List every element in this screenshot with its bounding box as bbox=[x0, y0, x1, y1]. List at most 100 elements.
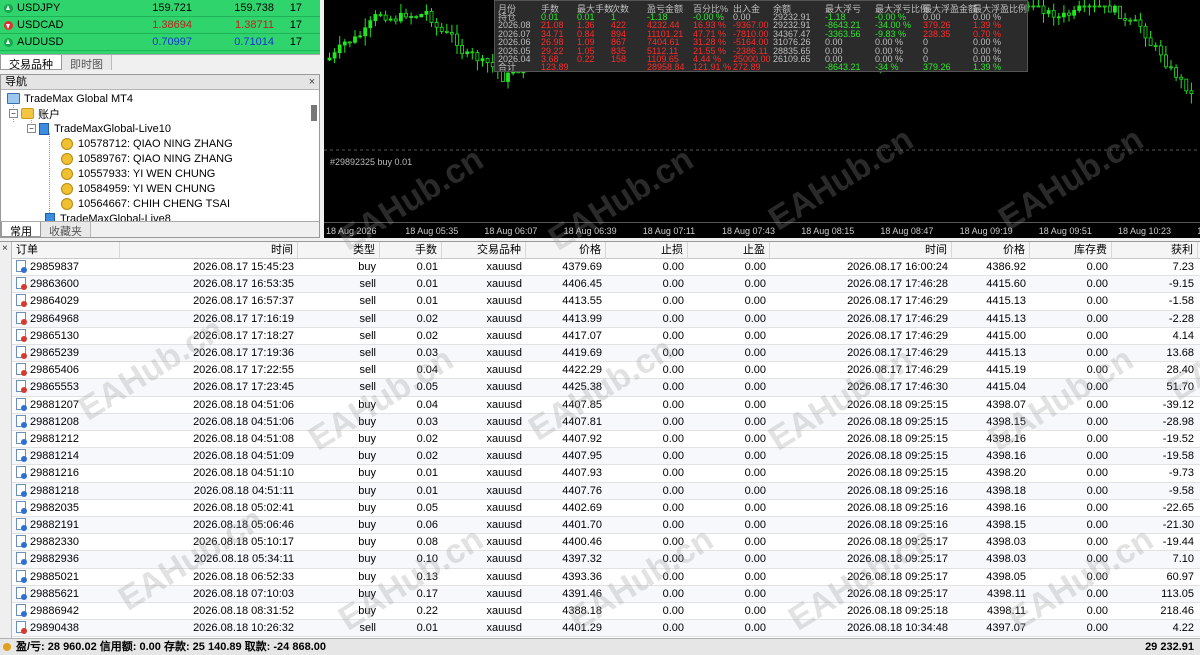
table-row[interactable]: 29865406 2026.08.17 17:22:55 sell 0.04 xauus… bbox=[12, 362, 1200, 380]
column-header[interactable]: 价格 bbox=[952, 242, 1030, 259]
market-row[interactable]: USDCAD 1.38694 1.38711 17 bbox=[0, 17, 320, 34]
column-header[interactable]: 获利 bbox=[1112, 242, 1198, 259]
collapse-icon[interactable]: − bbox=[27, 124, 36, 133]
table-cell: 2026.08.17 16:57:37 bbox=[120, 293, 298, 310]
column-header[interactable]: 手数 bbox=[380, 242, 442, 259]
close-icon[interactable]: × bbox=[305, 75, 319, 89]
table-cell: 2026.08.18 04:51:11 bbox=[120, 483, 298, 500]
cell-text: 4398.20 bbox=[986, 467, 1026, 480]
tree-account[interactable]: 10564667: CHIH CHENG TSAI bbox=[61, 196, 230, 211]
table-cell: 4407.85 bbox=[526, 397, 606, 414]
tree-account[interactable]: 10584959: YI WEN CHUNG bbox=[61, 181, 215, 196]
x-tick-label: 18 Aug 07:43 bbox=[722, 226, 776, 236]
tree-account[interactable]: 10557933: YI WEN CHUNG bbox=[61, 166, 215, 181]
column-header[interactable]: 类型 bbox=[298, 242, 380, 259]
table-cell: 0.05 bbox=[380, 379, 442, 396]
table-cell: 0.01 bbox=[380, 620, 442, 637]
table-row[interactable]: 29865130 2026.08.17 17:18:27 sell 0.02 xauus… bbox=[12, 328, 1200, 345]
table-row[interactable]: 29882330 2026.08.18 05:10:17 buy 0.08 xauusd… bbox=[12, 534, 1200, 552]
table-cell: 0.00 bbox=[606, 328, 688, 345]
cell-text: xauusd bbox=[486, 467, 522, 480]
table-row[interactable]: 29863600 2026.08.17 16:53:35 sell 0.01 xauus… bbox=[12, 276, 1200, 294]
cell-text: 4397.32 bbox=[562, 553, 602, 566]
tab-common[interactable]: 常用 bbox=[1, 222, 41, 237]
table-row[interactable]: 29882035 2026.08.18 05:02:41 buy 0.05 xauusd… bbox=[12, 500, 1200, 517]
table-cell: 0.00 bbox=[688, 328, 770, 345]
tab-symbols[interactable]: 交易品种 bbox=[0, 55, 62, 70]
cell-text: 4407.92 bbox=[562, 433, 602, 445]
table-cell: sell bbox=[298, 276, 380, 293]
column-header[interactable]: 止损 bbox=[606, 242, 688, 259]
table-row[interactable]: 29864029 2026.08.17 16:57:37 sell 0.01 xauus… bbox=[12, 293, 1200, 311]
table-row[interactable]: 29881218 2026.08.18 04:51:11 buy 0.01 xauusd… bbox=[12, 482, 1200, 500]
table-row[interactable]: 29886942 2026.08.18 08:31:52 buy 0.22 xauusd… bbox=[12, 603, 1200, 621]
cell-text: xauusd bbox=[486, 261, 522, 273]
collapse-icon[interactable]: − bbox=[9, 109, 18, 118]
cell-text: xauusd bbox=[486, 329, 522, 342]
table-row[interactable]: 29881207 2026.08.18 04:51:06 buy 0.04 xauusd… bbox=[12, 397, 1200, 414]
close-icon[interactable]: × bbox=[2, 243, 8, 254]
table-row[interactable]: 29865239 2026.08.17 17:19:36 sell 0.03 xauus… bbox=[12, 345, 1200, 363]
column-header[interactable]: 价格 bbox=[526, 242, 606, 259]
table-row[interactable]: 29882936 2026.08.18 05:34:11 buy 0.10 xauusd… bbox=[12, 551, 1200, 569]
cell-text: 29865130 bbox=[30, 329, 79, 342]
table-cell: 4415.13 bbox=[952, 311, 1030, 328]
table-cell: 4415.19 bbox=[952, 362, 1030, 379]
tree-root[interactable]: TradeMax Global MT4 bbox=[7, 91, 133, 106]
cell-text: 0.00 bbox=[662, 605, 684, 617]
cell-text: 2026.08.18 09:25:15 bbox=[847, 433, 948, 445]
table-cell: buy bbox=[298, 465, 380, 482]
tree-account-label: 10557933: YI WEN CHUNG bbox=[78, 167, 216, 180]
market-row[interactable]: USDJPY 159.721 159.738 17 bbox=[0, 0, 320, 17]
tab-favorites[interactable]: 收藏夹 bbox=[41, 222, 91, 237]
table-cell: 0.00 bbox=[606, 483, 688, 500]
table-cell: 4398.11 bbox=[952, 586, 1030, 603]
table-cell: 0.00 bbox=[606, 293, 688, 310]
cell-text: -2.28 bbox=[1168, 312, 1194, 325]
cell-text: 0.00 bbox=[662, 484, 684, 497]
tree-account[interactable]: 10589767: QIAO NING ZHANG bbox=[61, 151, 233, 166]
table-row[interactable]: 29881216 2026.08.18 04:51:10 buy 0.01 xauusd… bbox=[12, 465, 1200, 483]
table-row[interactable]: 29865553 2026.08.17 17:23:45 sell 0.05 xauus… bbox=[12, 379, 1200, 397]
tree-accounts[interactable]: − 账户 bbox=[9, 106, 60, 121]
cell-text: 0.00 bbox=[1086, 433, 1108, 445]
table-cell: 0.00 bbox=[606, 397, 688, 414]
table-row[interactable]: 29885021 2026.08.18 06:52:33 buy 0.13 xauusd… bbox=[12, 569, 1200, 586]
column-header[interactable]: 止盈 bbox=[688, 242, 770, 259]
column-header[interactable]: 库存费 bbox=[1030, 242, 1112, 259]
table-row[interactable]: 29881212 2026.08.18 04:51:08 buy 0.02 xauusd… bbox=[12, 431, 1200, 449]
x-tick-label: 18 Aug 09:51 bbox=[1038, 226, 1092, 236]
tree-account[interactable]: 10578712: QIAO NING ZHANG bbox=[61, 136, 233, 151]
cell-text: 2026.08.17 17:46:30 bbox=[847, 381, 948, 394]
cell-text: buy bbox=[358, 587, 376, 600]
tree-server[interactable]: − TradeMaxGlobal-Live10 bbox=[27, 121, 171, 136]
cell-text: buy bbox=[358, 519, 376, 531]
column-header[interactable]: 时间 bbox=[120, 242, 298, 259]
candle-body bbox=[1184, 78, 1189, 92]
table-row[interactable]: 29885621 2026.08.18 07:10:03 buy 0.17 xauusd… bbox=[12, 585, 1200, 603]
navigator-scrollbar[interactable] bbox=[311, 105, 317, 121]
table-row[interactable]: 29882191 2026.08.18 05:06:46 buy 0.06 xauusd… bbox=[12, 517, 1200, 535]
table-row[interactable]: 29864968 2026.08.17 17:16:19 sell 0.02 xauus… bbox=[12, 310, 1200, 328]
tab-tick-chart[interactable]: 即时图 bbox=[62, 55, 112, 70]
chart-order-label: #29892325 buy 0.01 bbox=[330, 157, 413, 167]
market-row[interactable]: AUDUSD 0.70997 0.71014 17 bbox=[0, 34, 320, 51]
table-cell: 4398.15 bbox=[952, 414, 1030, 431]
column-header[interactable]: 订单 bbox=[12, 242, 120, 259]
cell-text: 0.00 bbox=[662, 570, 684, 583]
table-row[interactable]: 29881214 2026.08.18 04:51:09 buy 0.02 xauusd… bbox=[12, 448, 1200, 466]
table-cell: 218.46 bbox=[1112, 603, 1198, 620]
table-row[interactable]: 29859837 2026.08.17 15:45:23 buy 0.01 xauusd… bbox=[12, 259, 1200, 277]
cell-text: 29881214 bbox=[30, 450, 79, 463]
cell-text: 7.23 bbox=[1172, 261, 1194, 273]
cell-text: sell bbox=[359, 329, 376, 342]
cell-text: 4407.85 bbox=[562, 398, 602, 411]
symbol-cell: USDCAD bbox=[0, 19, 118, 31]
table-cell: 4415.13 bbox=[952, 345, 1030, 362]
table-row[interactable]: 29881208 2026.08.18 04:51:06 buy 0.03 xauusd… bbox=[12, 413, 1200, 431]
stat-cell: 1.39 % bbox=[973, 62, 1002, 72]
table-row[interactable]: 29890438 2026.08.18 10:26:32 sell 0.01 xauus… bbox=[12, 620, 1200, 638]
column-header[interactable]: 时间 bbox=[770, 242, 952, 259]
column-header[interactable]: 交易品种 bbox=[442, 242, 526, 259]
price-chart[interactable]: 月份 手数 最大手数 次数 盈亏金额 百分比% 出入金 余额 最大浮亏 最大浮亏比例 最大浮盈金额最… bbox=[324, 0, 1200, 238]
